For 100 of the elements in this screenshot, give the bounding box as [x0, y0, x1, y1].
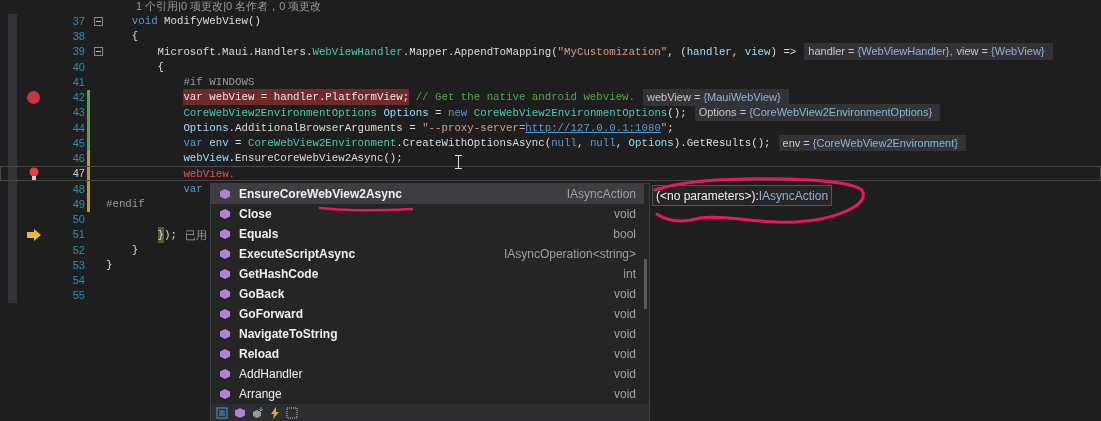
member-name: AddHandler	[239, 366, 303, 383]
code-token: ();	[667, 105, 687, 121]
code-token: }	[131, 242, 139, 258]
line-number: 45	[71, 135, 85, 151]
margin-bar	[8, 288, 17, 304]
code-token: {	[131, 29, 139, 45]
lightning-icon[interactable]	[270, 406, 280, 419]
code-token: #if WINDOWS	[183, 75, 255, 91]
member-type: void	[614, 286, 636, 303]
margin-bar	[8, 150, 17, 166]
code-token: #endif	[106, 197, 145, 213]
cube-icon[interactable]	[234, 406, 246, 419]
line-number: 38	[71, 29, 85, 45]
line-number: 44	[71, 120, 85, 136]
code-token: var	[183, 181, 203, 197]
member-type: void	[614, 326, 636, 343]
cube-icon	[219, 348, 231, 360]
code-token: void	[131, 14, 158, 30]
scrollbar-thumb[interactable]	[644, 259, 647, 309]
code-token: new	[447, 105, 468, 121]
line-number: 51	[71, 227, 85, 243]
code-token: ;	[667, 120, 674, 136]
cube-arrow-icon[interactable]	[252, 406, 264, 419]
member-name: Close	[239, 206, 272, 223]
margin-bar	[8, 181, 17, 197]
cube-icon	[219, 208, 231, 220]
completion-item[interactable]: GoForward void	[211, 304, 644, 324]
inline-hint: Options = {CoreWebView2EnvironmentOptions}	[694, 104, 941, 121]
line-number: 41	[71, 74, 85, 90]
code-token: =	[235, 136, 243, 152]
line-number: 43	[71, 105, 85, 121]
completion-item[interactable]: Reload void	[211, 344, 644, 364]
inline-hint: env = {CoreWebView2Environment}	[778, 134, 966, 152]
code-token: // Get the native android webview.	[415, 90, 635, 106]
inline-hint: webView = {MauiWebView}	[643, 89, 789, 106]
code-token: }	[157, 226, 165, 243]
member-type: void	[614, 346, 636, 363]
line-number: 53	[71, 257, 85, 273]
completion-item[interactable]: GoBack void	[211, 284, 644, 304]
completion-item[interactable]: Arrange void	[211, 384, 644, 404]
member-type: bool	[613, 226, 636, 243]
code-token: .CreateWithOptionsAsync(	[396, 136, 552, 152]
line-number: 46	[71, 151, 85, 167]
cube-icon	[219, 188, 231, 200]
line-number: 48	[71, 181, 85, 197]
completion-item[interactable]: NavigateToString void	[211, 324, 644, 344]
code-token: ).GetResults();	[673, 136, 771, 152]
member-name: GetHashCode	[239, 266, 319, 283]
collapse-icon[interactable]	[93, 47, 103, 57]
completion-item[interactable]: Equals bool	[211, 224, 644, 244]
cube-icon	[219, 288, 231, 300]
line-number: 49	[71, 196, 85, 212]
code-token: "	[660, 120, 668, 136]
code-token: null	[551, 136, 577, 152]
code-token: CoreWebView2EnvironmentOptions	[473, 105, 668, 121]
member-name: ExecuteScriptAsync	[239, 246, 356, 263]
line-number: 39	[71, 44, 85, 60]
completion-item[interactable]: ExecuteScriptAsync IAsyncOperation<string>	[211, 244, 644, 264]
line-number: 42	[71, 90, 85, 106]
member-name: GoBack	[239, 286, 285, 303]
code-token: =	[435, 105, 443, 121]
member-type: void	[614, 206, 636, 223]
member-name: Equals	[239, 226, 279, 243]
code-token: .Mapper.AppendToMapping(	[402, 44, 558, 60]
dotted-square-icon[interactable]	[286, 406, 298, 419]
member-type: void	[614, 366, 636, 383]
margin-bar	[8, 166, 17, 182]
breakpoint-icon[interactable]	[27, 90, 40, 104]
code-lens[interactable]: 1 个引用|0 项更改|0 名作者，0 项更改	[136, 0, 322, 14]
code-token: ) =>	[770, 44, 797, 60]
completion-item[interactable]: AddHandler void	[211, 364, 644, 384]
collapse-icon[interactable]	[93, 16, 103, 26]
code-token: 已用	[184, 227, 207, 243]
code-token: env	[209, 136, 229, 152]
member-name: GoForward	[239, 306, 303, 323]
code-token: Options	[628, 136, 674, 152]
code-token: ,	[731, 44, 740, 60]
list-icon[interactable]	[216, 406, 228, 419]
code-token: ,	[615, 136, 624, 152]
code-token: Microsoft.Maui.Handlers.	[157, 44, 313, 60]
code-token: .EnsureCoreWebView2Async();	[228, 151, 403, 167]
text-cursor-icon	[455, 155, 462, 169]
completion-item[interactable]: EnsureCoreWebView2Async IAsyncAction	[211, 184, 644, 204]
cube-icon	[219, 308, 231, 320]
member-type: void	[614, 306, 636, 323]
completion-item[interactable]: Close void	[211, 204, 644, 224]
code-token: null	[589, 136, 616, 152]
cube-icon	[219, 228, 231, 240]
code-token: webView	[183, 151, 229, 167]
lightbulb-icon[interactable]	[28, 166, 39, 181]
code-token: Options	[383, 105, 429, 121]
cube-icon	[219, 268, 231, 280]
code-token: var webView = handler.PlatformView;	[183, 89, 410, 106]
code-token: );	[164, 227, 177, 243]
member-type: IAsyncAction	[566, 186, 636, 203]
completion-item[interactable]: GetHashCode int	[211, 264, 644, 284]
member-name: NavigateToString	[239, 326, 338, 343]
code-token: "--proxy-server=	[422, 120, 526, 136]
signature-tooltip: (<no parameters>):IAsyncAction	[652, 185, 833, 206]
code-token: var	[183, 136, 203, 152]
